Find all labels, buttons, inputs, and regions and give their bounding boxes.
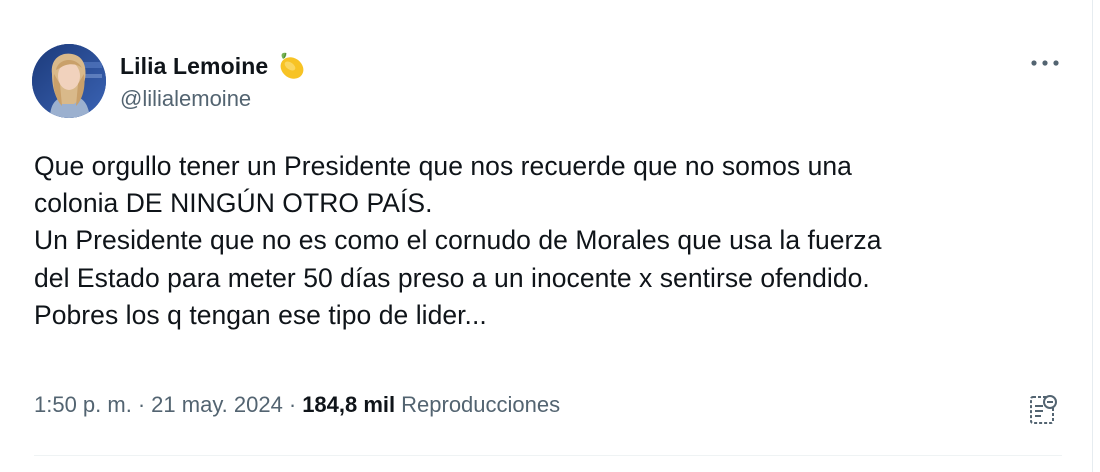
tweet-meta: 1:50 p. m. · 21 may. 2024 · 184,8 mil Re…	[34, 392, 560, 418]
avatar[interactable]	[32, 44, 106, 118]
tweet-line: Un Presidente que no es como el cornudo …	[34, 225, 882, 256]
tweet-header: Lilia Lemoine @lilialemoine	[32, 44, 308, 118]
tweet-time[interactable]: 1:50 p. m.	[34, 392, 132, 418]
more-icon[interactable]	[1028, 52, 1062, 74]
handle[interactable]: @lilialemoine	[120, 86, 308, 112]
views-label: Reproducciones	[401, 392, 561, 417]
display-name-row: Lilia Lemoine	[120, 50, 308, 82]
author-names: Lilia Lemoine @lilialemoine	[120, 50, 308, 112]
tweet-line: colonia DE NINGÚN OTRO PAÍS.	[34, 188, 433, 219]
tweet-card: Lilia Lemoine @lilialemoine Que orgullo …	[0, 0, 1093, 472]
tweet-line: Pobres los q tengan ese tipo de lider...	[34, 299, 487, 330]
lemon-icon	[274, 49, 308, 83]
tweet-text: Que orgullo tener un Presidente que nos …	[34, 148, 1064, 334]
tweet-line: Que orgullo tener un Presidente que nos …	[34, 151, 852, 181]
avatar-image	[32, 44, 106, 118]
divider	[34, 455, 1062, 456]
display-name[interactable]: Lilia Lemoine	[120, 53, 268, 80]
analytics-icon[interactable]	[1024, 390, 1062, 428]
views-count: 184,8 mil	[302, 392, 396, 417]
meta-separator: ·	[288, 392, 297, 417]
tweet-line: del Estado para meter 50 días preso a un…	[34, 262, 870, 293]
tweet-date[interactable]: 21 may. 2024	[151, 392, 283, 418]
meta-separator: ·	[137, 392, 146, 417]
